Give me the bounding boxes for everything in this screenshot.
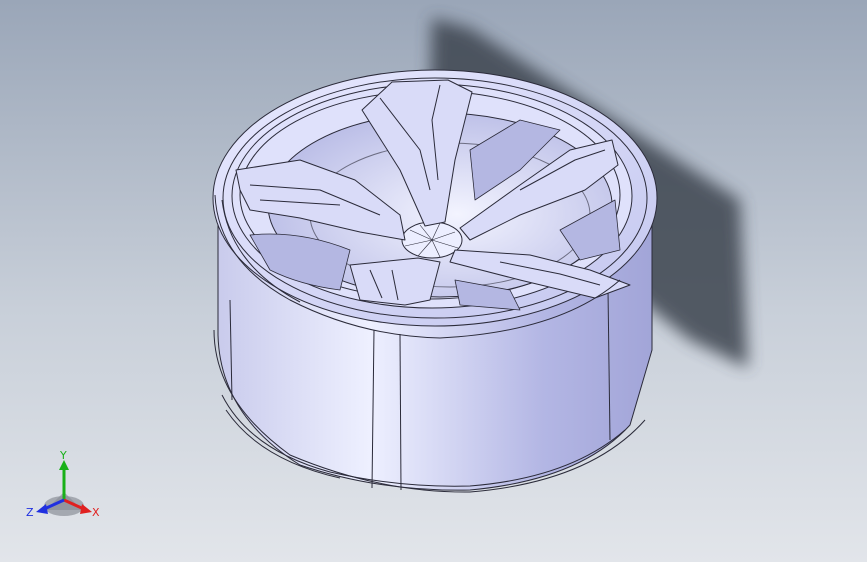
z-axis-arrow-icon [36, 504, 48, 514]
coordinate-triad: Y X Z [26, 449, 100, 519]
x-axis-label: X [92, 506, 100, 519]
graphics-viewport[interactable] [0, 0, 867, 562]
z-axis-label: Z [26, 506, 34, 519]
y-axis-label: Y [59, 449, 67, 462]
spoke-bottom [349, 257, 441, 306]
wheel-rim-model[interactable] [212, 69, 658, 493]
x-axis-arrow-icon [80, 504, 92, 514]
